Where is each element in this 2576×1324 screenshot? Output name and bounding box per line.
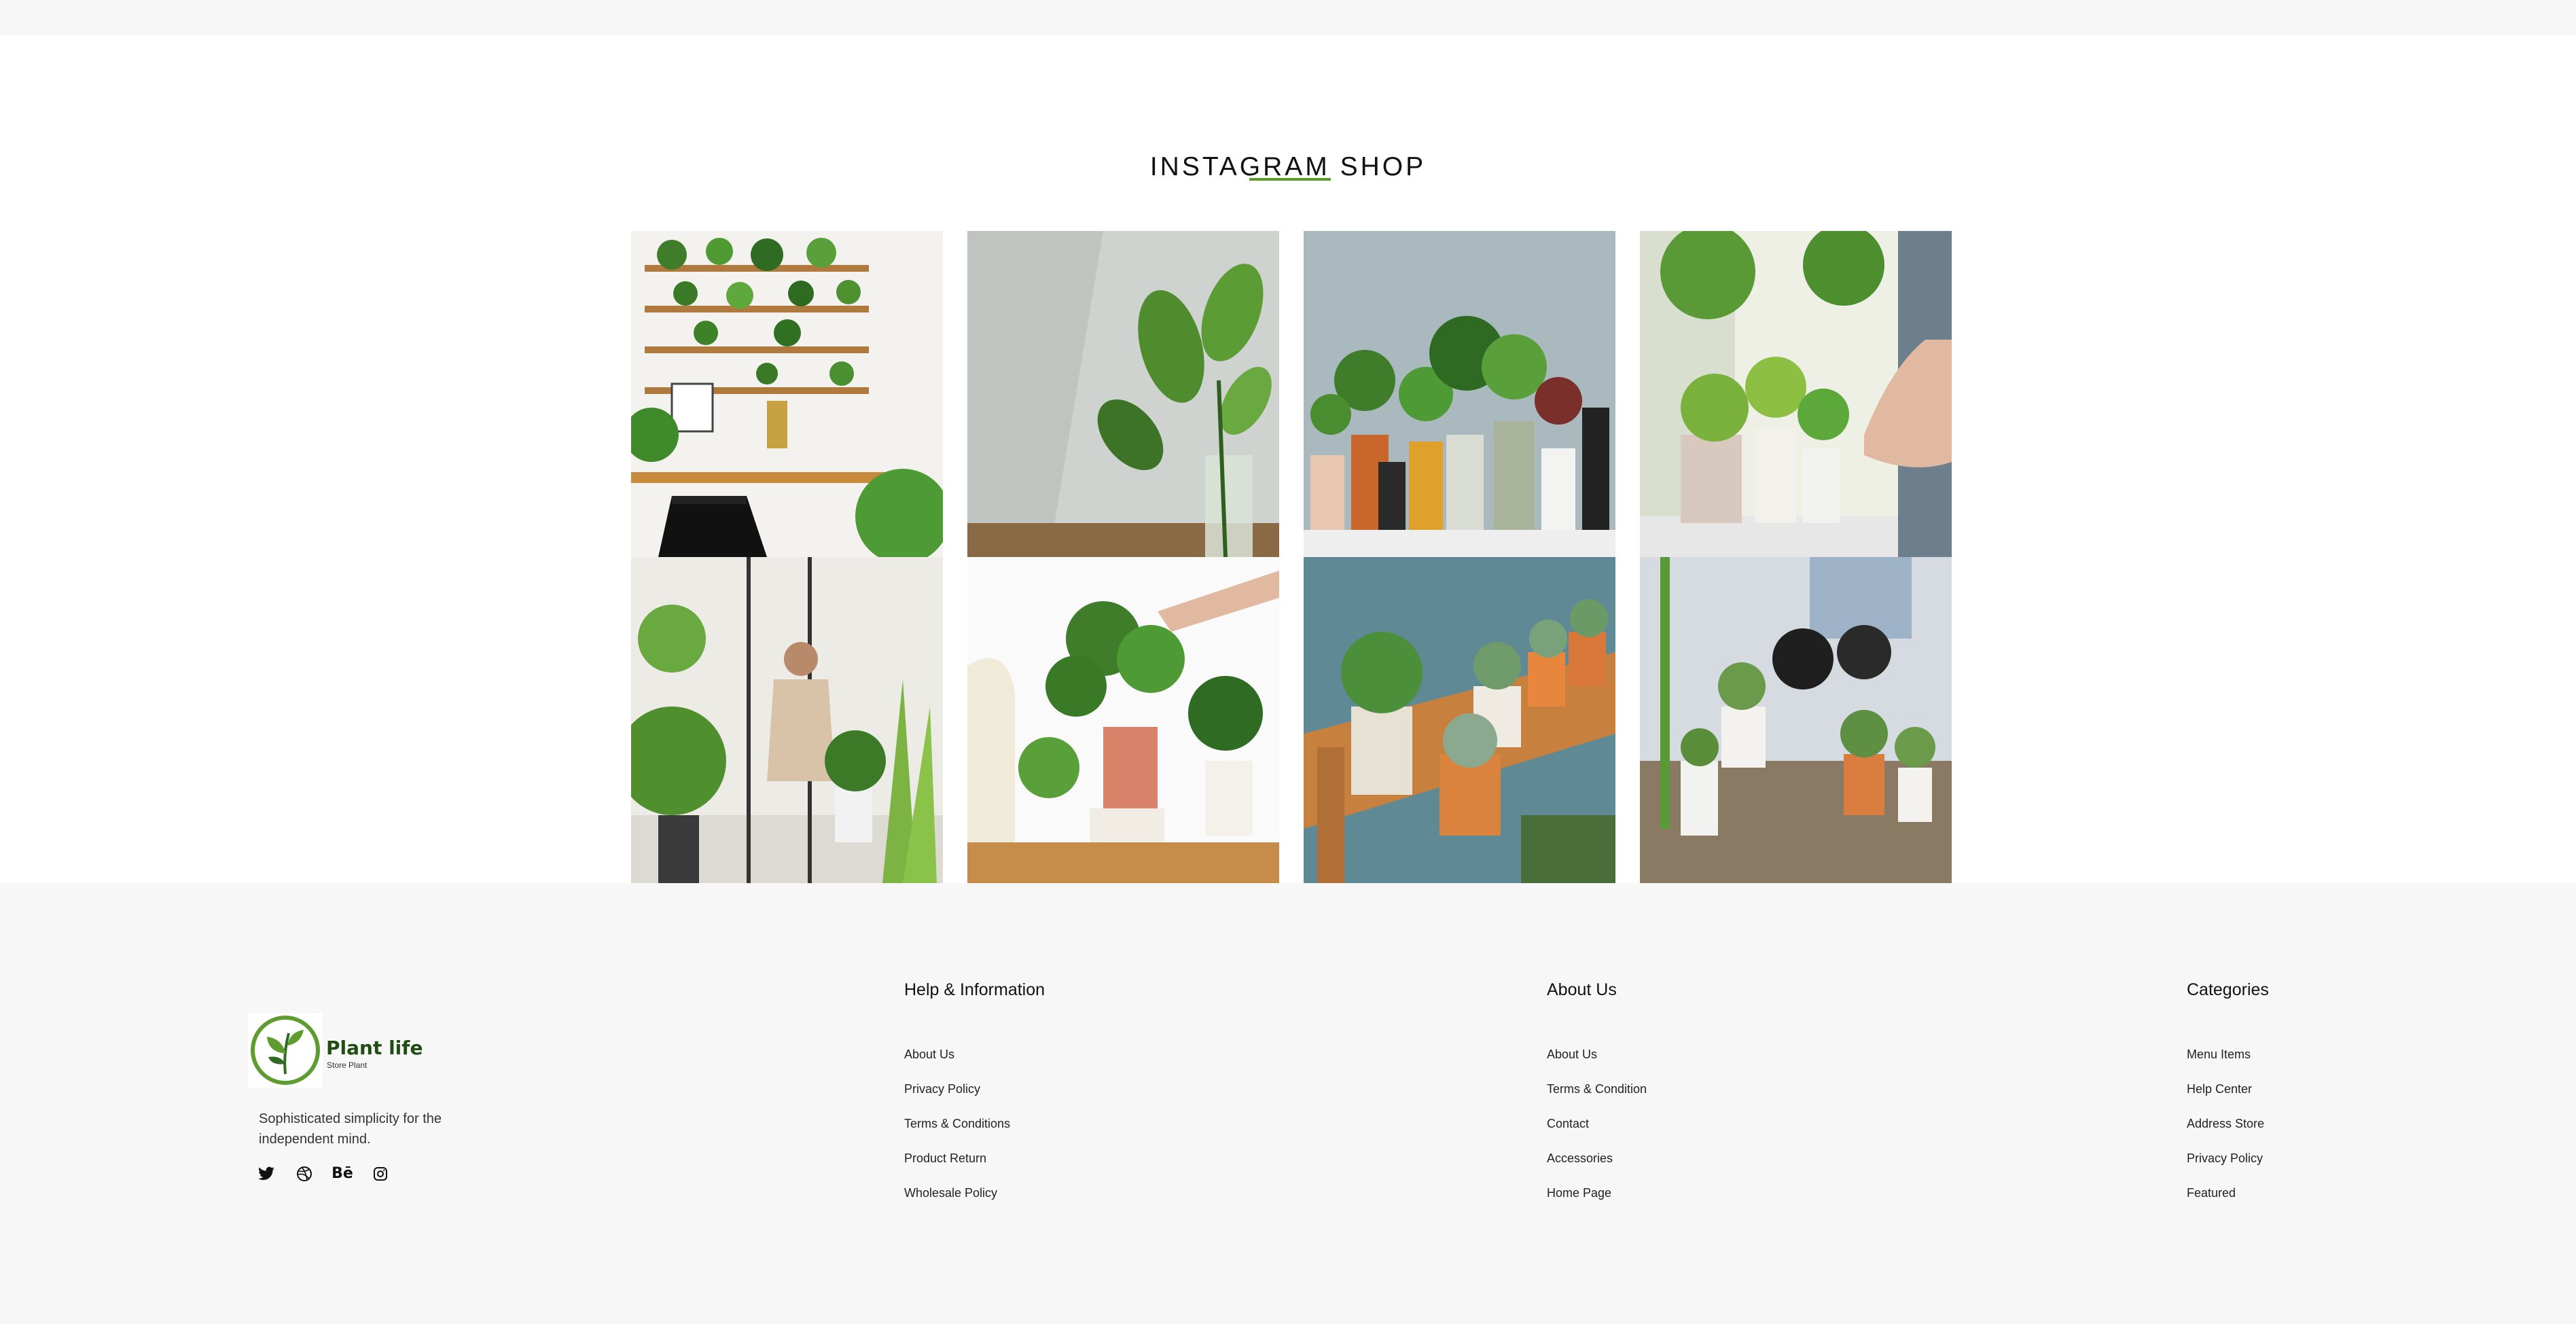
behance-icon[interactable]: Bē	[332, 1164, 353, 1183]
instagram-tile-4[interactable]	[1640, 231, 1952, 557]
brand-tagline: Sophisticated simplicity for the indepen…	[259, 1111, 442, 1147]
instagram-icon[interactable]	[371, 1164, 390, 1183]
brand-logo[interactable]	[248, 1013, 323, 1088]
footer-link-wholesale-policy[interactable]: Wholesale Policy	[904, 1185, 1045, 1219]
instagram-tile-1[interactable]	[631, 231, 943, 557]
footer-column-categories: Categories Menu Items Help Center Addres…	[2187, 980, 2269, 1219]
top-strip	[0, 0, 2576, 35]
footer-link-home-page[interactable]: Home Page	[1547, 1185, 1647, 1219]
instagram-tile-8[interactable]	[1640, 557, 1952, 883]
footer-link-terms-condition[interactable]: Terms & Condition	[1547, 1081, 1647, 1115]
dribbble-icon[interactable]	[295, 1164, 314, 1183]
footer-link-about-us[interactable]: About Us	[904, 1046, 1045, 1081]
leaf-logo-icon	[248, 1013, 323, 1088]
instagram-tile-6[interactable]	[967, 557, 1279, 883]
instagram-grid	[631, 231, 1952, 883]
gloved-hands-cactus-photo	[1640, 557, 1952, 883]
footer-column-title: About Us	[1547, 980, 1617, 999]
brand-subtitle: Store Plant	[327, 1060, 368, 1070]
man-tending-plants-photo	[631, 557, 943, 883]
footer-column-help: Help & Information About Us Privacy Poli…	[904, 980, 1045, 1219]
instagram-tile-2[interactable]	[967, 231, 1279, 557]
twitter-icon[interactable]	[257, 1164, 276, 1183]
footer-link-help-center[interactable]: Help Center	[2187, 1081, 2269, 1115]
footer-column-about: About Us About Us Terms & Condition Cont…	[1547, 980, 1647, 1219]
footer-column-title: Help & Information	[904, 980, 1045, 999]
footer-link-about-us[interactable]: About Us	[1547, 1046, 1647, 1081]
footer-link-product-return[interactable]: Product Return	[904, 1150, 1045, 1185]
instagram-tile-7[interactable]	[1304, 557, 1615, 883]
instagram-tile-5[interactable]	[631, 557, 943, 883]
footer-column-title: Categories	[2187, 980, 2269, 999]
leaf-in-glass-vase-photo	[967, 231, 1279, 557]
hand-arranging-plants-photo	[1640, 231, 1952, 557]
footer-link-privacy-policy[interactable]: Privacy Policy	[2187, 1150, 2269, 1185]
footer-link-privacy-policy[interactable]: Privacy Policy	[904, 1081, 1045, 1115]
footer-link-accessories[interactable]: Accessories	[1547, 1150, 1647, 1185]
footer-link-address-store[interactable]: Address Store	[2187, 1115, 2269, 1150]
instagram-tile-3[interactable]	[1304, 231, 1615, 557]
plant-shelf-desk-photo	[631, 231, 943, 557]
footer-link-terms-conditions[interactable]: Terms & Conditions	[904, 1115, 1045, 1150]
hand-watering-monstera-photo	[967, 557, 1279, 883]
footer-link-contact[interactable]: Contact	[1547, 1115, 1647, 1150]
footer-link-menu-items[interactable]: Menu Items	[2187, 1046, 2269, 1081]
succulents-on-stand-photo	[1304, 557, 1615, 883]
potted-plants-row-photo	[1304, 231, 1615, 557]
footer-link-featured[interactable]: Featured	[2187, 1185, 2269, 1219]
social-links: Bē	[257, 1164, 390, 1183]
title-underline	[1249, 178, 1331, 181]
brand-name: Plant life	[326, 1037, 423, 1059]
